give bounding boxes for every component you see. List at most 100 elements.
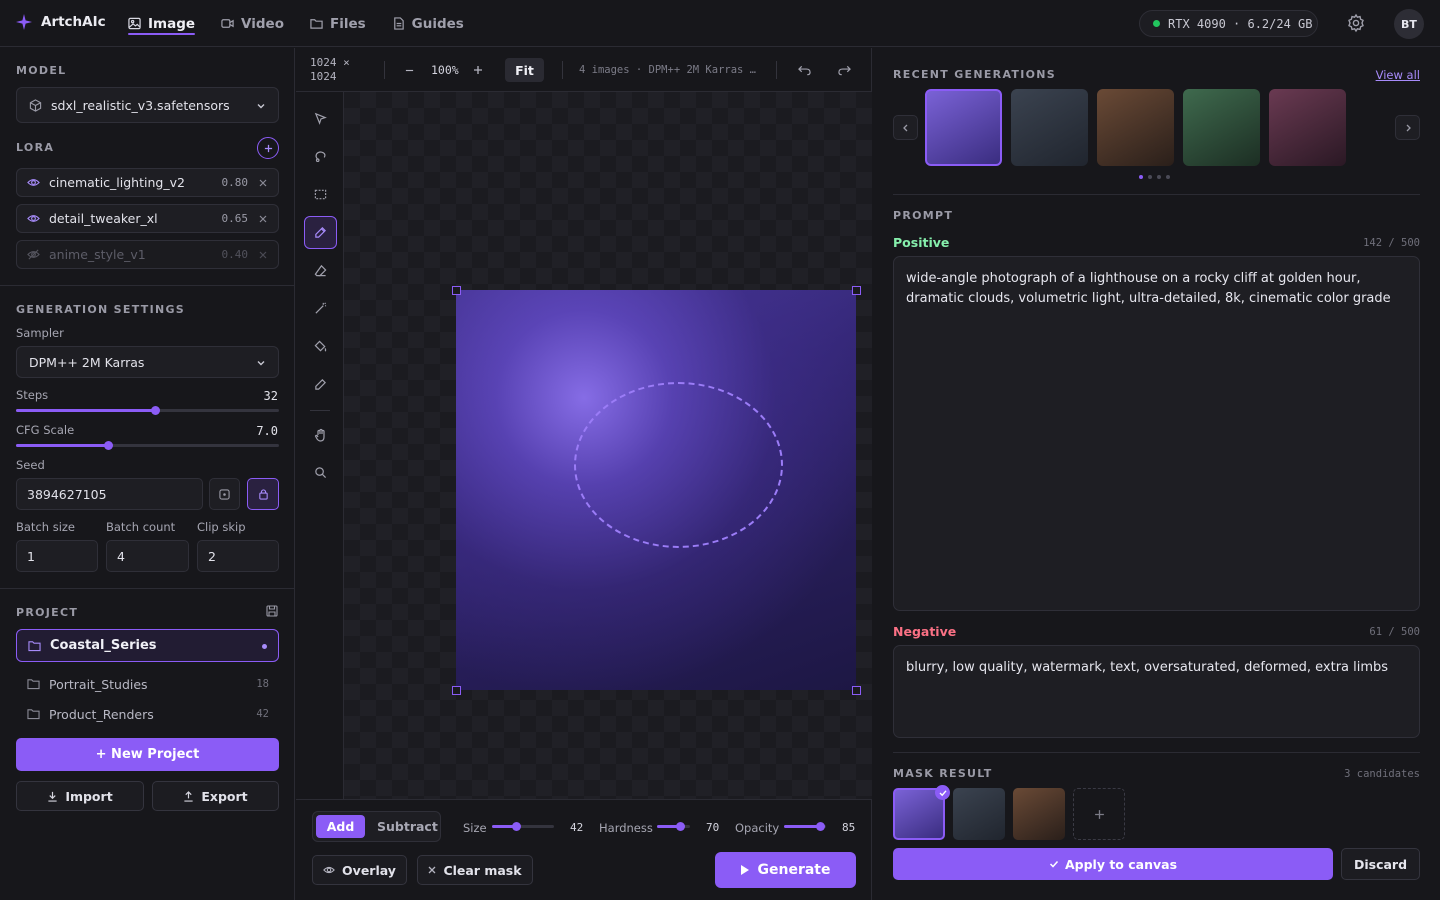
clear-mask-button[interactable]: Clear mask: [417, 855, 533, 885]
mask-candidate[interactable]: [893, 785, 950, 840]
size-slider-thumb[interactable]: [511, 822, 521, 831]
lasso-tool[interactable]: [304, 140, 337, 173]
add-candidate-button[interactable]: [1073, 788, 1125, 840]
cfg-slider-thumb[interactable]: [104, 441, 114, 450]
select-tool[interactable]: [304, 102, 337, 135]
resize-handle-sw[interactable]: [452, 686, 461, 695]
tab-video[interactable]: Video: [221, 0, 284, 47]
resize-handle-ne[interactable]: [852, 286, 861, 295]
eraser-tool[interactable]: [304, 254, 337, 287]
carousel-next-button[interactable]: [1395, 115, 1420, 140]
opacity-slider[interactable]: [784, 822, 826, 831]
eyedropper-tool[interactable]: [304, 368, 337, 401]
hardness-value: 70: [706, 821, 720, 834]
resize-handle-se[interactable]: [852, 686, 861, 695]
remove-lora-icon[interactable]: [259, 215, 267, 223]
hardness-slider[interactable]: [657, 822, 690, 831]
batch-count-input[interactable]: 4: [106, 540, 189, 572]
mode-add-button[interactable]: Add: [316, 815, 365, 838]
page-dot[interactable]: [1157, 175, 1161, 179]
new-project-button[interactable]: + New Project: [16, 738, 279, 771]
opacity-slider-thumb[interactable]: [815, 822, 825, 831]
negative-prompt-input[interactable]: blurry, low quality, watermark, text, ov…: [893, 645, 1420, 738]
export-label: Export: [201, 788, 248, 804]
mask-selection[interactable]: [574, 382, 783, 548]
project-item[interactable]: Product_Renders 42: [16, 701, 279, 727]
brand[interactable]: ArtchAIc: [16, 14, 106, 30]
view-all-link[interactable]: View all: [1376, 68, 1420, 82]
recent-thumb[interactable]: [1269, 89, 1346, 166]
resize-handle-nw[interactable]: [452, 286, 461, 295]
cfg-slider[interactable]: [16, 441, 279, 450]
mode-subtract-button[interactable]: Subtract: [377, 819, 438, 834]
eye-off-icon[interactable]: [27, 248, 40, 261]
mask-candidate[interactable]: [1013, 788, 1065, 840]
eye-icon[interactable]: [27, 176, 40, 189]
magic-wand-tool[interactable]: [304, 292, 337, 325]
redo-icon[interactable]: [838, 64, 851, 76]
export-button[interactable]: Export: [152, 781, 279, 811]
tab-image[interactable]: Image: [128, 0, 196, 47]
lora-weight[interactable]: 0.40: [222, 248, 249, 261]
batch-size-input[interactable]: 1: [16, 540, 98, 572]
remove-lora-icon[interactable]: [259, 179, 267, 187]
lock-seed-button[interactable]: [247, 478, 279, 510]
steps-slider[interactable]: [16, 406, 279, 415]
tab-files[interactable]: Files: [310, 0, 366, 47]
project-item[interactable]: Portrait_Studies 18: [16, 671, 279, 697]
generation-info: 4 images · DPM++ 2M Karras …: [579, 64, 757, 76]
zoom-tool[interactable]: [304, 456, 337, 489]
image-width: 1024 ×: [310, 56, 350, 69]
recent-thumb[interactable]: [1183, 89, 1260, 166]
undo-icon[interactable]: [798, 64, 811, 76]
page-dot[interactable]: [1166, 175, 1170, 179]
page-dot[interactable]: [1148, 175, 1152, 179]
sampler-select[interactable]: DPM++ 2M Karras: [16, 346, 279, 378]
zoom-in-icon[interactable]: [473, 65, 483, 75]
zoom-out-icon[interactable]: [405, 66, 414, 75]
seed-value: 3894627105: [27, 486, 107, 502]
marquee-tool[interactable]: [304, 178, 337, 211]
mask-candidate[interactable]: [953, 788, 1005, 840]
generate-button[interactable]: Generate: [715, 852, 856, 888]
lora-weight[interactable]: 0.80: [222, 176, 249, 189]
lora-item-cinematic[interactable]: cinematic_lighting_v2 0.80: [16, 168, 279, 197]
negative-label: Negative: [893, 624, 957, 639]
carousel-prev-button[interactable]: [893, 115, 918, 140]
recent-thumb[interactable]: [925, 89, 1002, 166]
tab-video-label: Video: [241, 15, 284, 32]
avatar[interactable]: BT: [1394, 9, 1424, 39]
random-seed-button[interactable]: [209, 478, 240, 510]
overlay-button[interactable]: Overlay: [312, 855, 407, 885]
clip-skip-input[interactable]: 2: [197, 540, 279, 572]
lora-item-anime[interactable]: anime_style_v1 0.40: [16, 240, 279, 269]
gpu-status[interactable]: RTX 4090 · 6.2/24 GB: [1139, 10, 1318, 37]
canvas-viewport[interactable]: [344, 92, 872, 799]
fit-button[interactable]: Fit: [505, 58, 544, 82]
model-select[interactable]: sdxl_realistic_v3.safetensors: [16, 87, 279, 123]
cursor-icon: [314, 112, 327, 125]
apply-to-canvas-button[interactable]: Apply to canvas: [893, 848, 1333, 880]
settings-button[interactable]: [1346, 13, 1366, 33]
page-dot[interactable]: [1139, 175, 1143, 179]
pan-tool[interactable]: [304, 418, 337, 451]
fill-tool[interactable]: [304, 330, 337, 363]
size-slider[interactable]: [492, 822, 554, 831]
recent-thumb[interactable]: [1097, 89, 1174, 166]
tab-guides[interactable]: Guides: [392, 0, 464, 47]
eye-icon[interactable]: [27, 212, 40, 225]
project-item-active[interactable]: Coastal_Series: [16, 629, 279, 662]
lora-item-detail[interactable]: detail_tweaker_xl 0.65: [16, 204, 279, 233]
remove-lora-icon[interactable]: [259, 251, 267, 259]
hardness-slider-thumb[interactable]: [676, 822, 686, 831]
save-icon[interactable]: [266, 605, 278, 617]
positive-prompt-input[interactable]: wide-angle photograph of a lighthouse on…: [893, 256, 1420, 611]
brush-tool[interactable]: [304, 216, 337, 249]
steps-slider-thumb[interactable]: [151, 406, 161, 415]
import-button[interactable]: Import: [16, 781, 144, 811]
seed-input[interactable]: 3894627105: [16, 478, 203, 510]
lora-weight[interactable]: 0.65: [222, 212, 249, 225]
add-lora-button[interactable]: [257, 137, 279, 159]
recent-thumb[interactable]: [1011, 89, 1088, 166]
discard-button[interactable]: Discard: [1341, 848, 1420, 880]
